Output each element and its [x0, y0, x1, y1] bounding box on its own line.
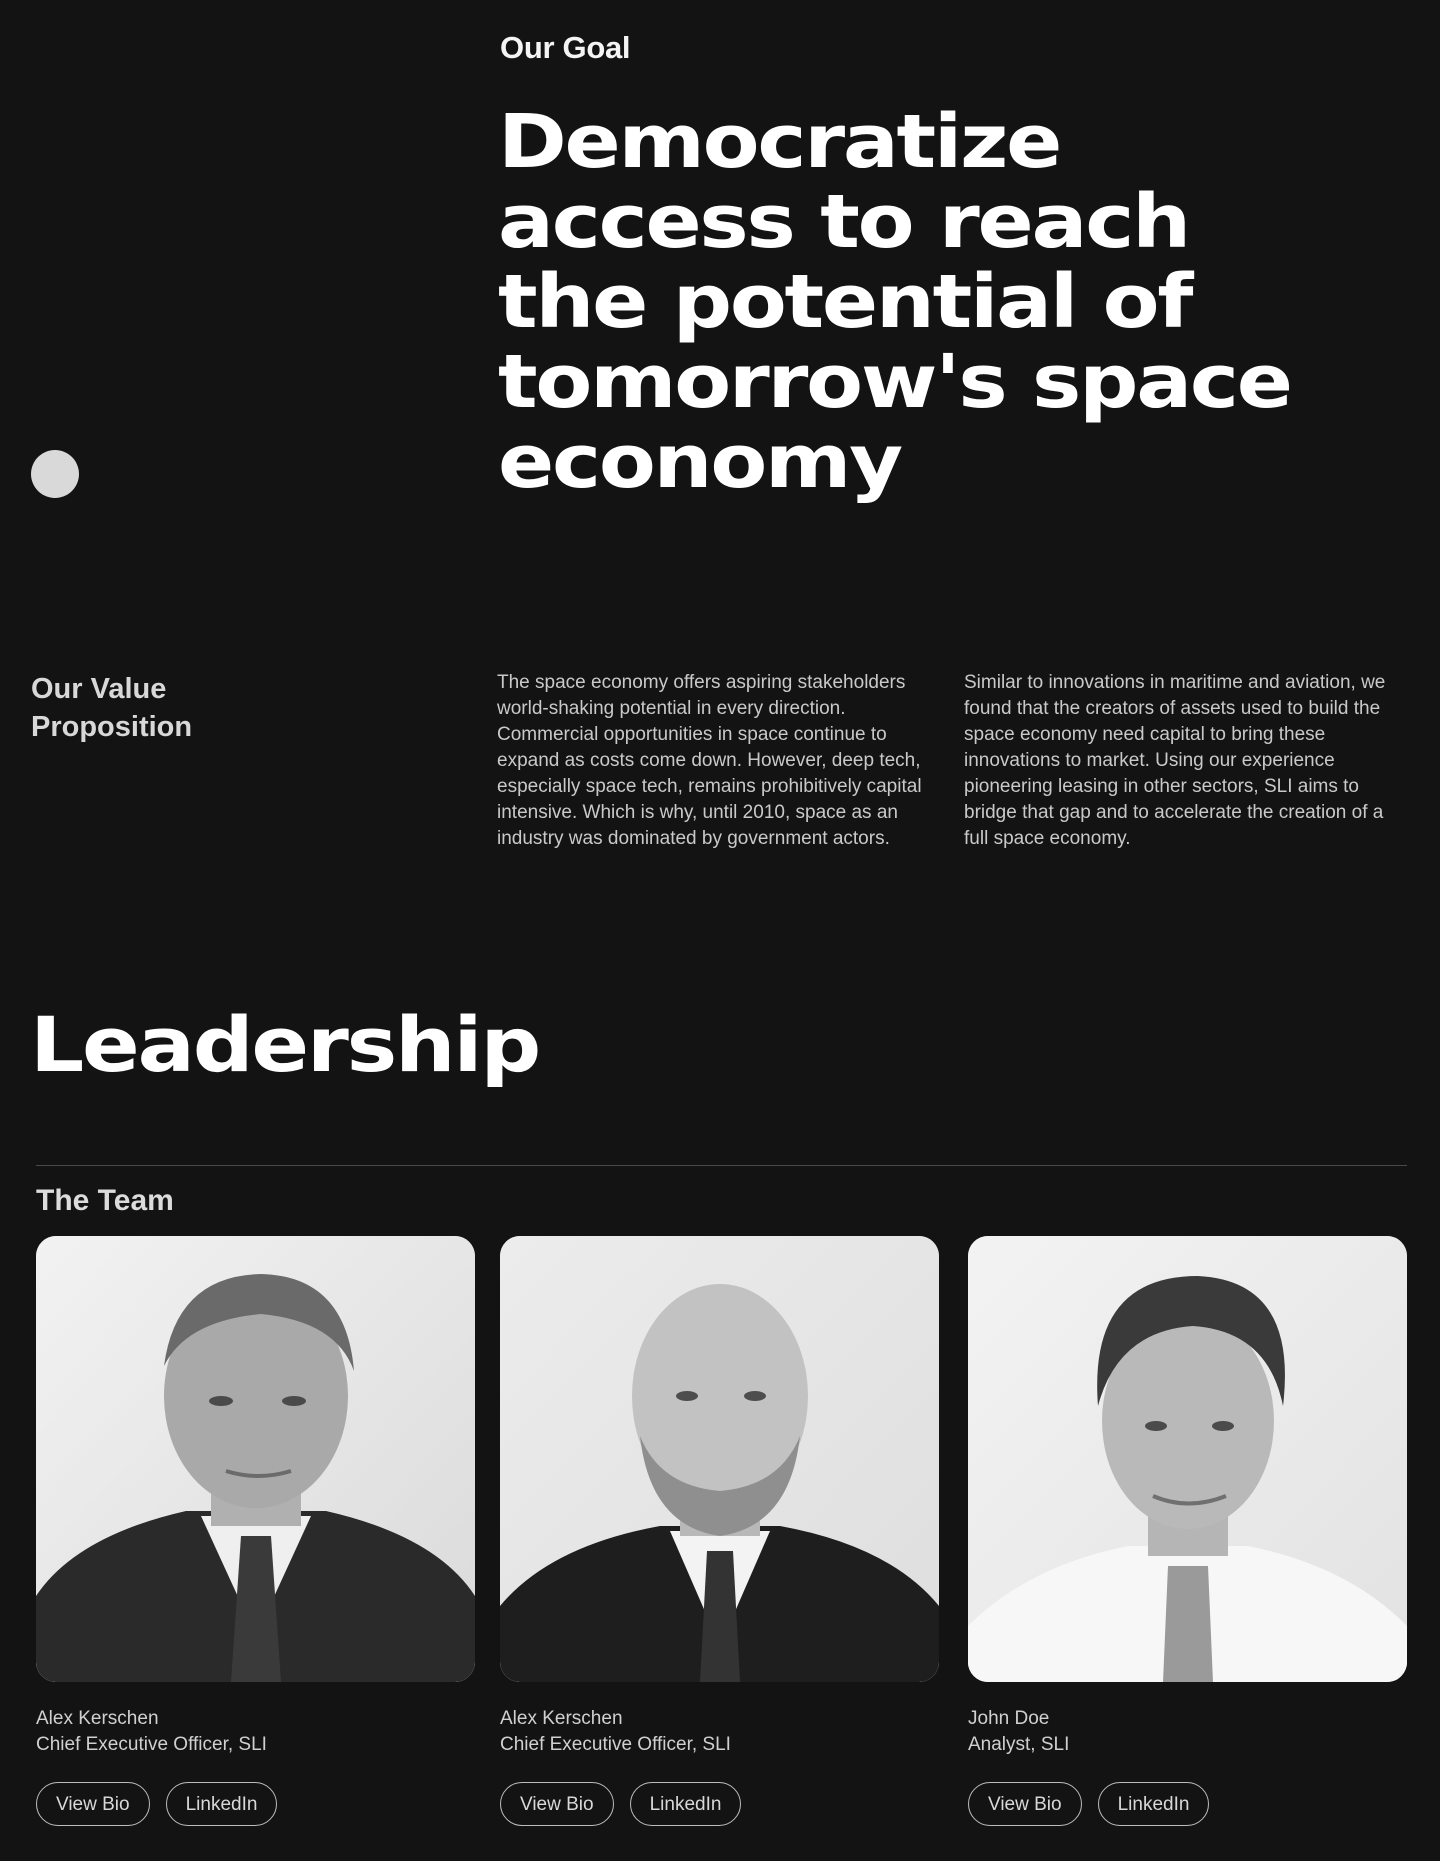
linkedin-button[interactable]: LinkedIn	[165, 1782, 278, 1826]
goal-headline: Democratize access to reach the potentia…	[498, 102, 1440, 502]
value-proposition-heading-line: Our Value	[31, 673, 167, 705]
team-member-card: John Doe Analyst, SLI View Bio LinkedIn	[968, 1236, 1407, 1826]
team-member-role: Analyst, SLI	[968, 1734, 1070, 1755]
team-member-actions: View Bio LinkedIn	[36, 1782, 475, 1826]
team-member-role: Chief Executive Officer, SLI	[500, 1734, 731, 1755]
team-member-card: Alex Kerschen Chief Executive Officer, S…	[500, 1236, 939, 1826]
team-member-photo	[500, 1236, 939, 1682]
team-member-card: Alex Kerschen Chief Executive Officer, S…	[36, 1236, 475, 1826]
decorative-dot	[31, 450, 79, 498]
view-bio-button[interactable]: View Bio	[500, 1782, 614, 1826]
team-member-name: Alex Kerschen	[500, 1708, 623, 1729]
portrait-illustration	[500, 1236, 939, 1682]
team-member-name: John Doe	[968, 1708, 1050, 1729]
goal-headline-line: Democratize	[498, 99, 1062, 185]
team-member-photo	[36, 1236, 475, 1682]
goal-headline-line: access to reach	[498, 179, 1191, 265]
team-member-name: Alex Kerschen	[36, 1708, 159, 1729]
value-proposition-heading: Our Value Proposition	[31, 670, 291, 746]
team-member-photo	[968, 1236, 1407, 1682]
goal-headline-line: tomorrow's space	[498, 339, 1293, 425]
goal-headline-line: the potential of	[498, 259, 1193, 345]
linkedin-button[interactable]: LinkedIn	[629, 1782, 742, 1826]
view-bio-button[interactable]: View Bio	[36, 1782, 150, 1826]
view-bio-button[interactable]: View Bio	[968, 1782, 1082, 1826]
goal-eyebrow: Our Goal	[500, 30, 631, 65]
value-proposition-paragraph-2: Similar to innovations in maritime and a…	[964, 672, 1386, 849]
team-member-actions: View Bio LinkedIn	[968, 1782, 1407, 1826]
value-proposition-heading-line: Proposition	[31, 711, 193, 743]
leadership-title: Leadership	[30, 1000, 541, 1089]
team-heading: The Team	[36, 1184, 174, 1217]
goal-headline-line: economy	[498, 419, 903, 505]
value-proposition-paragraph-1: The space economy offers aspiring stakeh…	[497, 672, 922, 849]
portrait-illustration	[968, 1236, 1407, 1682]
portrait-illustration	[36, 1236, 475, 1682]
team-member-actions: View Bio LinkedIn	[500, 1782, 939, 1826]
linkedin-button[interactable]: LinkedIn	[1097, 1782, 1210, 1826]
section-divider	[36, 1165, 1407, 1166]
team-member-role: Chief Executive Officer, SLI	[36, 1734, 267, 1755]
